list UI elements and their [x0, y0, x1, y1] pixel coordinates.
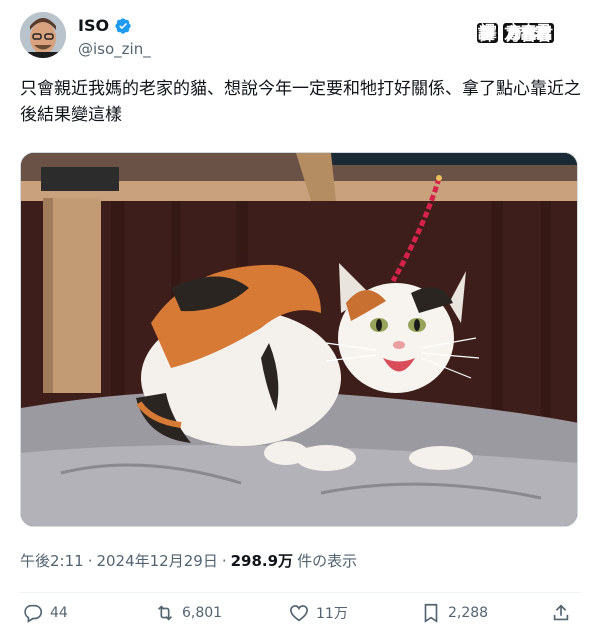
display-name[interactable]: ISO	[78, 16, 109, 35]
meta-separator: ·	[87, 551, 93, 570]
name-row: ISO	[78, 16, 132, 35]
user-handle[interactable]: @iso_zin_	[78, 40, 151, 58]
bookmark-count: 2,288	[448, 605, 489, 621]
repost-button[interactable]: 6,801	[154, 602, 222, 624]
tweet-actions: 44 6,801 11万 2,288	[20, 602, 580, 630]
watermark-suffix: 方吉君	[502, 23, 554, 43]
reply-count: 44	[50, 605, 68, 621]
verified-badge-icon	[115, 17, 131, 34]
share-button[interactable]	[550, 602, 572, 624]
tweet-time[interactable]: 午後2:11	[20, 550, 84, 571]
views-label: 件の表示	[297, 552, 358, 570]
like-button[interactable]: 11万	[288, 602, 348, 624]
photo-calico-cat-icon	[21, 153, 577, 526]
tweet-meta: 午後2:11 · 2024年12月29日 · 298.9万 件の表示	[20, 550, 357, 571]
tweet-date[interactable]: 2024年12月29日	[96, 550, 217, 571]
reply-icon	[24, 604, 43, 623]
avatar[interactable]	[20, 12, 66, 58]
like-count: 11万	[316, 606, 348, 622]
tweet-photo[interactable]	[20, 152, 578, 527]
repost-count: 6,801	[182, 605, 223, 621]
bookmark-button[interactable]: 2,288	[420, 602, 488, 624]
divider	[20, 592, 580, 593]
views-count: 298.9万	[230, 552, 294, 570]
meta-separator: ·	[221, 551, 227, 570]
reply-button[interactable]: 44	[22, 602, 68, 624]
share-icon	[553, 604, 569, 621]
translator-watermark: 譯 方吉君	[476, 22, 554, 43]
bookmark-icon	[424, 603, 438, 623]
tweet-text: 只會親近我媽的老家的貓、想說今年一定要和牠打好關係、拿了點心靠近之後結果變這樣	[20, 79, 581, 125]
repost-icon	[157, 605, 173, 621]
tweet-header: ISO @iso_zin_ 譯 方吉君	[20, 8, 580, 66]
heart-icon	[289, 605, 309, 622]
watermark-prefix: 譯	[476, 23, 498, 43]
